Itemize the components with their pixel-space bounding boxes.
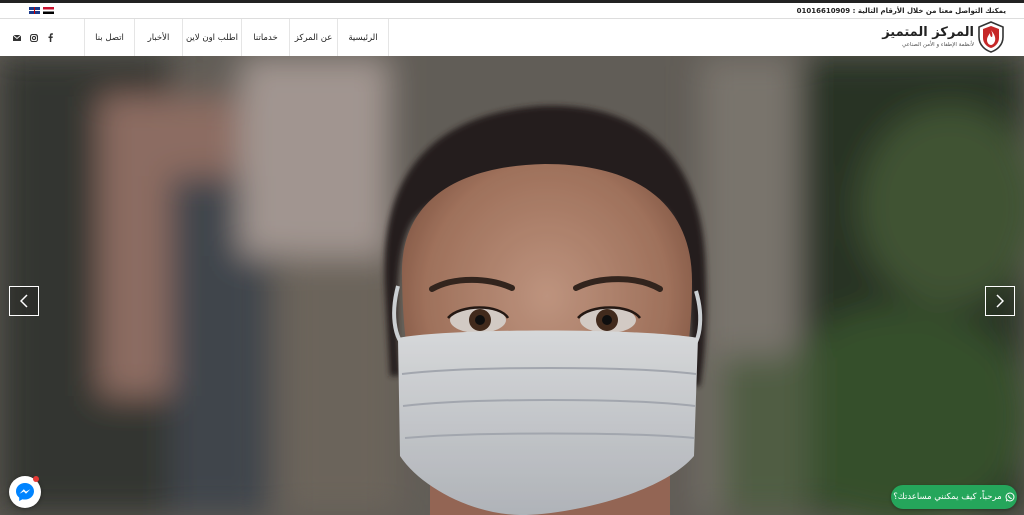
nav-item-about[interactable]: عن المركز bbox=[289, 19, 337, 56]
whatsapp-icon bbox=[1005, 492, 1015, 502]
hero-image bbox=[0, 56, 1024, 515]
email-icon[interactable] bbox=[8, 19, 25, 56]
slider-prev-button[interactable] bbox=[9, 286, 39, 316]
nav-item-contact[interactable]: اتصل بنا bbox=[84, 19, 134, 56]
site-header: المركز المتميز لأنظمة الإطفاء و الأمن ال… bbox=[0, 19, 1024, 56]
main-nav: الرئيسية عن المركز خدماتنا اطلب اون لاين… bbox=[84, 19, 389, 56]
logo-emblem-icon bbox=[978, 21, 1004, 53]
nav-item-order-online[interactable]: اطلب اون لاين bbox=[182, 19, 241, 56]
english-flag-icon[interactable] bbox=[29, 7, 40, 14]
whatsapp-greeting: مرحباً، كيف يمكنني مساعدتك؟ bbox=[893, 492, 1002, 502]
chevron-right-icon bbox=[996, 294, 1004, 308]
contact-phone-text: يمكنك التواصل معنا من خلال الأرقام التال… bbox=[796, 7, 1006, 15]
logo-subtitle: لأنظمة الإطفاء و الأمن الصناعي bbox=[901, 42, 974, 48]
arabic-flag-icon[interactable] bbox=[43, 7, 54, 14]
hero-slider bbox=[0, 56, 1024, 515]
facebook-icon[interactable] bbox=[42, 19, 59, 56]
notification-dot bbox=[33, 476, 39, 482]
nav-item-home[interactable]: الرئيسية bbox=[337, 19, 389, 56]
slider-next-button[interactable] bbox=[985, 286, 1015, 316]
instagram-icon[interactable] bbox=[25, 19, 42, 56]
site-logo[interactable]: المركز المتميز لأنظمة الإطفاء و الأمن ال… bbox=[870, 21, 1004, 55]
whatsapp-chat-button[interactable]: مرحباً، كيف يمكنني مساعدتك؟ bbox=[891, 485, 1017, 509]
messenger-chat-button[interactable] bbox=[9, 476, 41, 508]
nav-item-news[interactable]: الأخبار bbox=[134, 19, 182, 56]
chevron-left-icon bbox=[20, 294, 28, 308]
top-bar: يمكنك التواصل معنا من خلال الأرقام التال… bbox=[0, 3, 1024, 19]
messenger-icon bbox=[16, 483, 34, 501]
social-links bbox=[0, 19, 59, 56]
nav-item-services[interactable]: خدماتنا bbox=[241, 19, 289, 56]
logo-title: المركز المتميز bbox=[882, 25, 974, 40]
